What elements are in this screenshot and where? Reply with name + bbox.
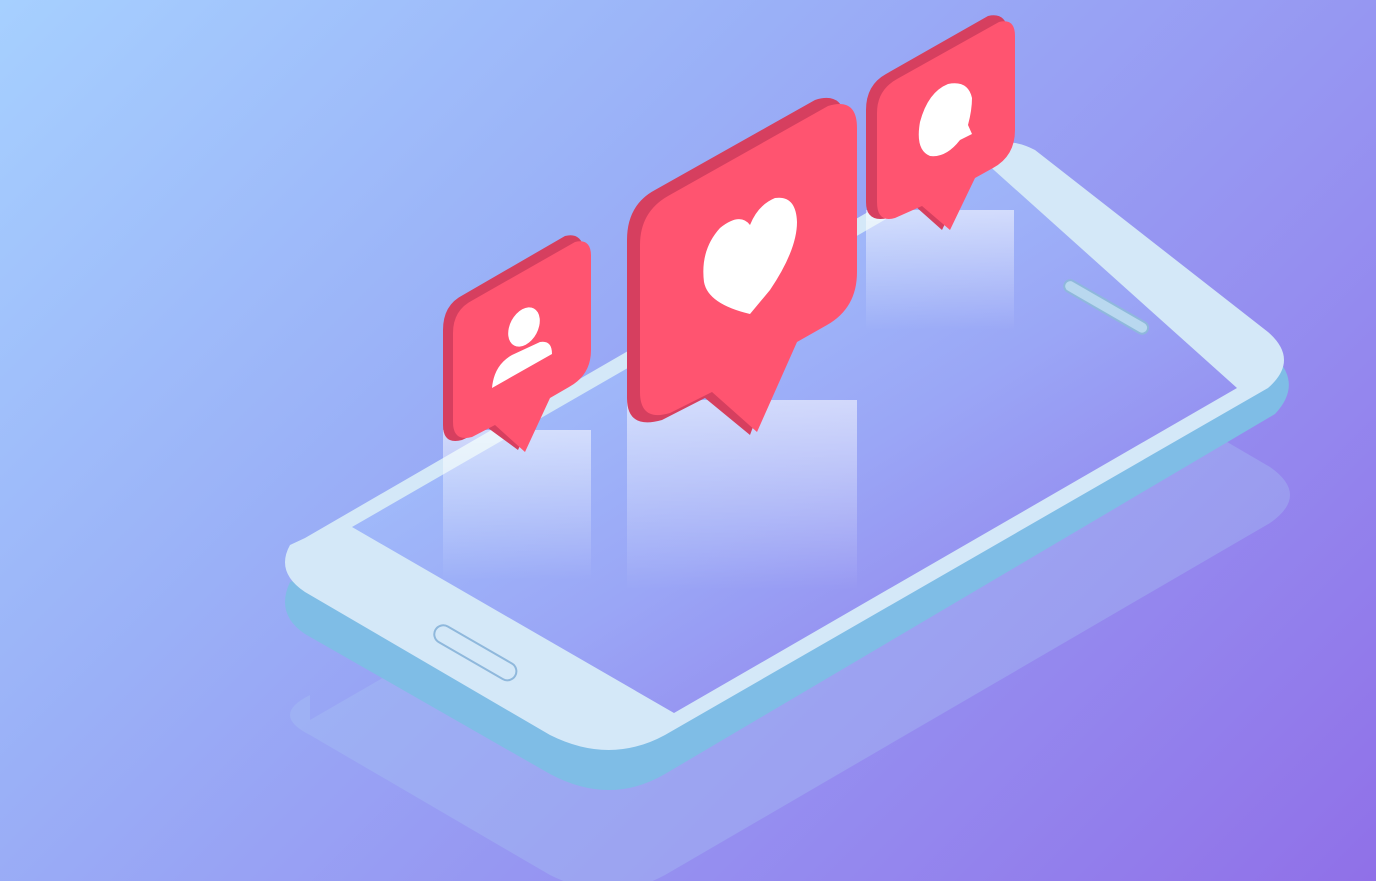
scene-illustration xyxy=(285,15,1290,881)
